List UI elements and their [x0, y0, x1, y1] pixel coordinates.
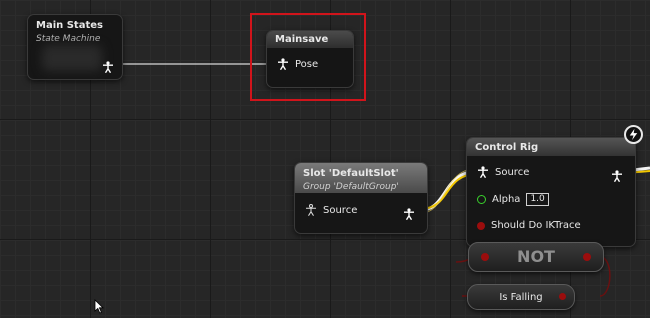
node-slot[interactable]: Slot 'DefaultSlot' Group 'DefaultGroup' … [294, 162, 428, 234]
bool-pin-icon[interactable] [559, 293, 566, 300]
node-header: Control Rig [467, 138, 635, 156]
pin-label: Should Do IKTrace [491, 220, 581, 231]
float-pin-icon[interactable] [477, 195, 486, 204]
node-is-falling[interactable]: Is Falling [467, 284, 575, 310]
lightning-icon [624, 125, 643, 144]
alpha-value-input[interactable]: 1.0 [526, 193, 549, 206]
node-body-blur [42, 45, 102, 71]
bool-pin-icon[interactable] [481, 253, 489, 261]
node-not[interactable]: NOT [468, 242, 604, 272]
pose-pin-outline-icon[interactable] [305, 204, 317, 216]
pin-should-do-iktrace[interactable]: Should Do IKTrace [477, 220, 581, 231]
pose-pin-icon[interactable] [403, 205, 415, 221]
bool-pin-icon[interactable] [477, 221, 485, 230]
pin-label: Alpha [492, 194, 521, 205]
pin-source-in[interactable]: Source [477, 166, 530, 179]
node-label: NOT [517, 247, 555, 266]
pose-pin-icon[interactable] [477, 166, 489, 179]
node-subtitle: Group 'DefaultGroup' [303, 182, 399, 192]
pin-alpha[interactable]: Alpha 1.0 [477, 193, 549, 206]
node-main-states[interactable]: Main States State Machine [27, 14, 123, 80]
selection-highlight [250, 13, 366, 101]
bool-pin-icon[interactable] [583, 253, 591, 261]
node-title: Main States [36, 20, 103, 31]
node-control-rig[interactable]: Control Rig Source Alpha 1.0 Should Do I… [466, 137, 636, 247]
node-header: Slot 'DefaultSlot' Group 'DefaultGroup' [295, 163, 427, 193]
node-subtitle: State Machine [36, 34, 101, 44]
node-title: Slot 'DefaultSlot' [303, 168, 399, 179]
mouse-cursor-icon [94, 299, 104, 314]
pin-source-in[interactable]: Source [305, 204, 357, 216]
pose-pin-icon[interactable] [102, 58, 114, 74]
pin-label: Source [495, 166, 530, 178]
node-title: Control Rig [475, 142, 539, 153]
pin-label: Source [323, 204, 358, 216]
node-label: Is Falling [499, 292, 543, 303]
pose-pin-icon[interactable] [611, 167, 623, 183]
